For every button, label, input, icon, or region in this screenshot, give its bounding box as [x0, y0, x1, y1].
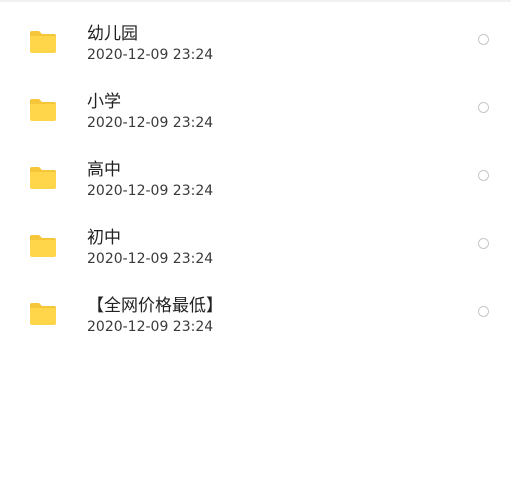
folder-date: 2020-12-09 23:24 [87, 251, 214, 267]
file-row-kindergarten[interactable]: 幼儿园 2020-12-09 23:24 [0, 9, 511, 77]
file-row-middle-school[interactable]: 初中 2020-12-09 23:24 [0, 213, 511, 281]
folder-date: 2020-12-09 23:24 [87, 115, 214, 131]
radio-unchecked-icon[interactable] [478, 306, 489, 317]
radio-unchecked-icon[interactable] [478, 102, 489, 113]
folder-name: 高中 [87, 160, 121, 180]
radio-unchecked-icon[interactable] [478, 170, 489, 181]
folder-icon [28, 98, 58, 122]
folder-date: 2020-12-09 23:24 [87, 319, 214, 335]
folder-name: 【全网价格最低】 [87, 296, 223, 316]
folder-icon [28, 302, 58, 326]
file-row-high-school[interactable]: 高中 2020-12-09 23:24 [0, 145, 511, 213]
top-divider [0, 0, 511, 2]
file-list: 幼儿园 2020-12-09 23:24 小学 2020-12-09 23:24… [0, 9, 511, 349]
folder-date: 2020-12-09 23:24 [87, 47, 214, 63]
folder-name: 初中 [87, 228, 121, 248]
folder-icon [28, 30, 58, 54]
folder-name: 小学 [87, 92, 121, 112]
file-row-primary-school[interactable]: 小学 2020-12-09 23:24 [0, 77, 511, 145]
folder-icon [28, 234, 58, 258]
file-row-lowest-price[interactable]: 【全网价格最低】 2020-12-09 23:24 [0, 281, 511, 349]
radio-unchecked-icon[interactable] [478, 238, 489, 249]
folder-name: 幼儿园 [87, 24, 138, 44]
folder-date: 2020-12-09 23:24 [87, 183, 214, 199]
folder-icon [28, 166, 58, 190]
radio-unchecked-icon[interactable] [478, 34, 489, 45]
